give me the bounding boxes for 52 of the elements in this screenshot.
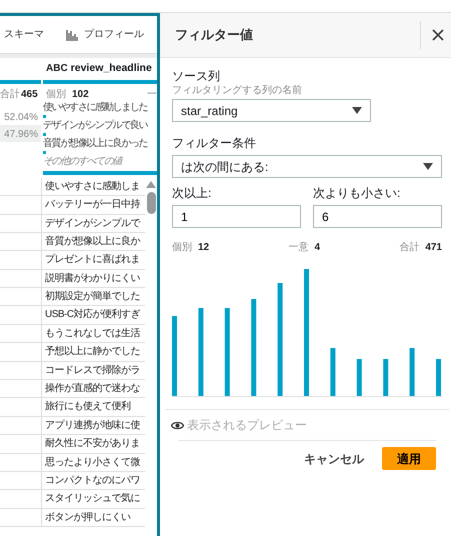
profile-tab[interactable]: プロフィール	[84, 27, 144, 42]
table-cell-text: バッテリーが一日中持	[44, 198, 140, 212]
table-cell-text: 旅行にも使えて便利	[44, 400, 130, 414]
table-cell-text: スタイリッシュで気に	[44, 492, 140, 506]
field-label: ソース列	[172, 68, 221, 85]
table-cell-text: アプリ連携が地味に使	[44, 418, 140, 433]
cancel-button[interactable]: キャンセル	[304, 450, 364, 468]
table-cell-text: 思ったより小さくて微	[44, 456, 140, 470]
table-cell-text: プレゼントに喜ばれま	[44, 252, 140, 268]
field-hint: フィルタリングする列の名前	[172, 85, 303, 96]
field-label: 次以上:	[172, 185, 212, 202]
stat-value: 12	[198, 241, 210, 255]
schema-tab[interactable]: スキーマ	[4, 27, 44, 42]
table-cell-text: 初期設定が簡単でした	[44, 290, 140, 304]
table-cell-text: デザインがシンプルで	[44, 216, 140, 231]
field-label: フィルター条件	[172, 135, 257, 152]
stat-value: 4	[314, 241, 320, 255]
percent-value: 52.04%	[4, 112, 38, 123]
input-field[interactable]: 6	[313, 205, 442, 228]
table-cell-text: もうこれなしでは生活	[44, 326, 140, 341]
table-cell-text: 音質が想像以上に良か	[44, 234, 140, 249]
table-cell-text: 操作が直感的で迷わな	[44, 382, 140, 396]
table-cell-text: 説明書がわかりにくい	[44, 272, 140, 286]
table-cell-text: コンパクトなのにパワ	[44, 474, 140, 488]
table-cell-text: ボタンが押しにくい	[44, 510, 130, 525]
top-value: 音質が想像以上に良かった	[43, 138, 148, 150]
other-values: その他のすべての値	[43, 156, 124, 168]
stat-label: 合計	[0, 88, 20, 102]
column-name: review_headline	[70, 61, 152, 76]
stat-label: 個別	[172, 241, 192, 255]
table-cell-text: 耐久性に不安がありま	[44, 436, 140, 452]
top-value: デザインがシンプルで良い	[43, 120, 149, 132]
field-label: 次よりも小さい:	[313, 185, 402, 202]
stat-value: 102	[72, 88, 89, 102]
table-cell-text: コードレスで掃除がラ	[44, 364, 140, 378]
stat-label: 個別	[46, 88, 66, 102]
table-cell-text: 予想以上に静かでした	[44, 344, 140, 360]
type-tag: ABC	[46, 61, 68, 76]
table-cell-text: USB-C対応が便利すぎ	[44, 308, 140, 322]
stat-label: 一意	[288, 240, 308, 255]
panel-title: フィルター値	[175, 27, 254, 43]
stat-label: 一	[147, 88, 157, 102]
percent-value: 47.96%	[4, 129, 38, 140]
stat-value: 471	[425, 241, 442, 255]
apply-button[interactable]: 適用	[382, 447, 436, 470]
top-value: 使いやすさに感動しました	[43, 102, 148, 114]
stat-value: 465	[21, 88, 38, 102]
input-field[interactable]: 1	[172, 205, 301, 228]
dropdown[interactable]: star_rating	[172, 99, 371, 122]
dropdown[interactable]: は次の間にある:	[172, 155, 442, 178]
stat-label: 合計	[399, 240, 420, 255]
table-cell-text: 使いやすさに感動しま	[44, 180, 140, 194]
